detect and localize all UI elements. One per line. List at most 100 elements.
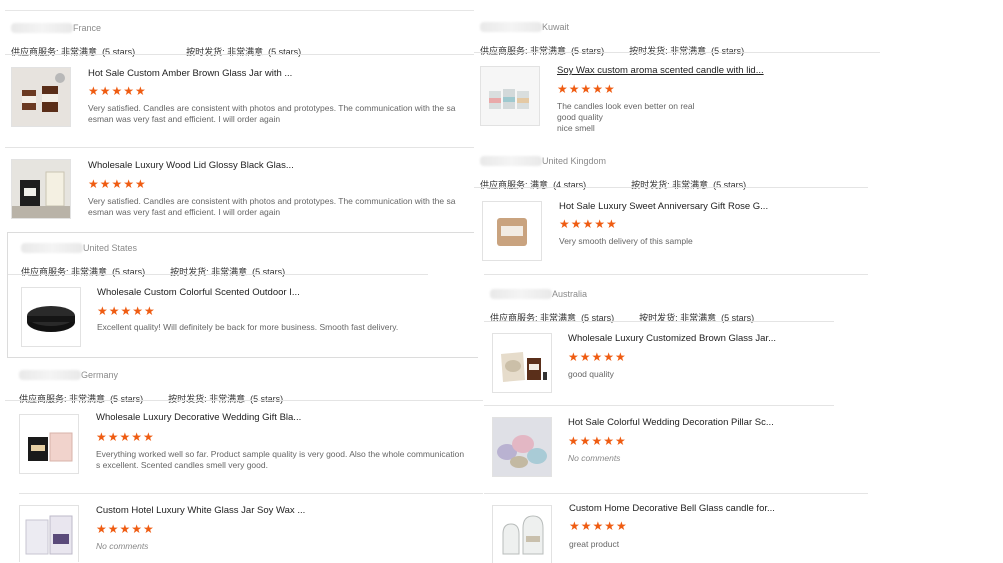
service-stars: (4 stars) [553,180,587,190]
reviewer-country: United States [83,242,138,253]
review-comment: Very satisfied. Candles are consistent w… [88,103,456,124]
product-title-link[interactable]: Hot Sale Luxury Sweet Anniversary Gift R… [559,201,768,212]
star-rating: ★★★★★ [559,217,618,231]
service-rating: 满意 [530,180,549,190]
divider [5,54,475,55]
review-comment: Very satisfied. Candles are consistent w… [88,196,456,217]
rating-row: 供应商服务: 非常满意 (5 stars) 按时发货: 非常满意 (5 star… [21,265,285,278]
reviewer-country: Kuwait [542,21,570,32]
product-image[interactable] [492,417,552,477]
shipping-stars: (5 stars) [713,180,747,190]
service-rating: 非常满意 [71,267,108,277]
review-comment: The candles look even better on real goo… [557,101,695,133]
product-image[interactable] [480,66,540,126]
rating-row: 供应商服务: 非常满意 (5 stars) 按时发货: 非常满意 (5 star… [11,45,301,58]
blurred-reviewer-name [11,22,73,33]
shipping-label: 按时发货: [631,180,670,190]
service-stars: (5 stars) [102,47,136,57]
product-title-link[interactable]: Wholesale Luxury Decorative Wedding Gift… [96,412,301,423]
divider [5,147,475,148]
review-comment: No comments [96,541,149,551]
shipping-stars: (5 stars) [711,46,745,56]
shipping-rating: 非常满意 [209,394,246,404]
star-rating: ★★★★★ [568,350,627,364]
soy-wax-candles-image [481,67,539,125]
star-rating: ★★★★★ [557,82,616,96]
shipping-label: 按时发货: [168,394,207,404]
rating-row: 供应商服务: 非常满意 (5 stars) 按时发货: 非常满意 (5 star… [19,392,283,405]
divider [484,321,834,322]
blurred-reviewer-name [490,288,552,299]
review-comment: good quality [568,369,614,379]
review-comment: Excellent quality! Will definitely be ba… [97,322,399,332]
product-title-link[interactable]: Hot Sale Custom Amber Brown Glass Jar wi… [88,68,292,79]
product-title-link[interactable]: Hot Sale Colorful Wedding Decoration Pil… [568,417,774,428]
service-rating: 非常满意 [530,46,567,56]
shipping-stars: (5 stars) [252,267,286,277]
product-image[interactable] [11,159,71,219]
shipping-rating: 非常满意 [227,47,264,57]
review-panel-united-kingdom: United Kingdom 供应商服务: 满意 (4 stars) 按时发货:… [474,148,868,272]
product-image[interactable] [19,414,79,474]
star-rating: ★★★★★ [568,434,627,448]
shipping-rating: 非常满意 [211,267,248,277]
service-stars: (5 stars) [571,46,605,56]
product-title-link[interactable]: Wholesale Luxury Wood Lid Glossy Black G… [88,160,294,171]
star-rating: ★★★★★ [88,84,147,98]
product-title-link[interactable]: Custom Home Decorative Bell Glass candle… [569,503,775,514]
service-label: 供应商服务: [480,180,528,190]
rose-gold-tin-image [483,202,541,260]
gift-box-candle-image [20,415,78,473]
product-image[interactable] [19,505,79,562]
service-label: 供应商服务: [21,267,69,277]
divider [474,52,880,53]
review-header: France 供应商服务: 非常满意 (5 stars) 按时发货: 非常满意 … [11,19,301,58]
product-image[interactable] [482,201,542,261]
review-comment: Very smooth delivery of this sample [559,236,693,246]
divider [19,493,483,494]
service-label: 供应商服务: [19,394,67,404]
divider [484,493,868,494]
review-panel-united-states: United States 供应商服务: 非常满意 (5 stars) 按时发货… [7,232,478,358]
product-image[interactable] [21,287,81,347]
divider [484,405,834,406]
review-comment: great product [569,539,620,549]
shipping-rating: 非常满意 [670,46,707,56]
star-rating: ★★★★★ [569,519,628,533]
divider [8,274,428,275]
service-stars: (5 stars) [112,267,146,277]
divider [5,400,483,401]
product-title-link[interactable]: Soy Wax custom aroma scented candle with… [557,65,764,76]
service-stars: (5 stars) [110,394,144,404]
reviewer-country: Australia [552,288,588,299]
product-title-link[interactable]: Wholesale Luxury Customized Brown Glass … [568,333,776,344]
product-image[interactable] [492,333,552,393]
review-panel-kuwait: Kuwait 供应商服务: 非常满意 (5 stars) 按时发货: 非常满意 … [474,10,880,150]
blurred-reviewer-name [19,369,81,380]
product-title-link[interactable]: Wholesale Custom Colorful Scented Outdoo… [97,287,300,298]
rating-row: 供应商服务: 非常满意 (5 stars) 按时发货: 非常满意 (5 star… [490,311,754,324]
black-tin-candle-image [22,288,80,346]
product-title-link[interactable]: Custom Hotel Luxury White Glass Jar Soy … [96,505,305,516]
blurred-reviewer-name [480,155,542,166]
shipping-label: 按时发货: [186,47,225,57]
service-rating: 非常满意 [69,394,106,404]
shipping-stars: (5 stars) [268,47,302,57]
shipping-label: 按时发货: [629,46,668,56]
review-comment: Everything worked well so far. Product s… [96,449,465,470]
review-header: United Kingdom 供应商服务: 满意 (4 stars) 按时发货:… [480,152,746,191]
product-image[interactable] [492,505,552,563]
amber-jar-image [12,68,70,126]
blurred-reviewer-name [21,242,83,253]
review-comment: No comments [568,453,621,463]
shipping-stars: (5 stars) [250,394,284,404]
white-glass-jar-image [20,506,78,562]
review-header: Australia 供应商服务: 非常满意 (5 stars) 按时发货: 非常… [490,285,754,324]
product-image[interactable] [11,67,71,127]
review-header: United States 供应商服务: 非常满意 (5 stars) 按时发货… [21,239,285,278]
star-rating: ★★★★★ [97,304,156,318]
star-rating: ★★★★★ [88,177,147,191]
star-rating: ★★★★★ [96,522,155,536]
review-panel-france: France 供应商服务: 非常满意 (5 stars) 按时发货: 非常满意 … [5,10,475,233]
service-label: 供应商服务: [11,47,59,57]
